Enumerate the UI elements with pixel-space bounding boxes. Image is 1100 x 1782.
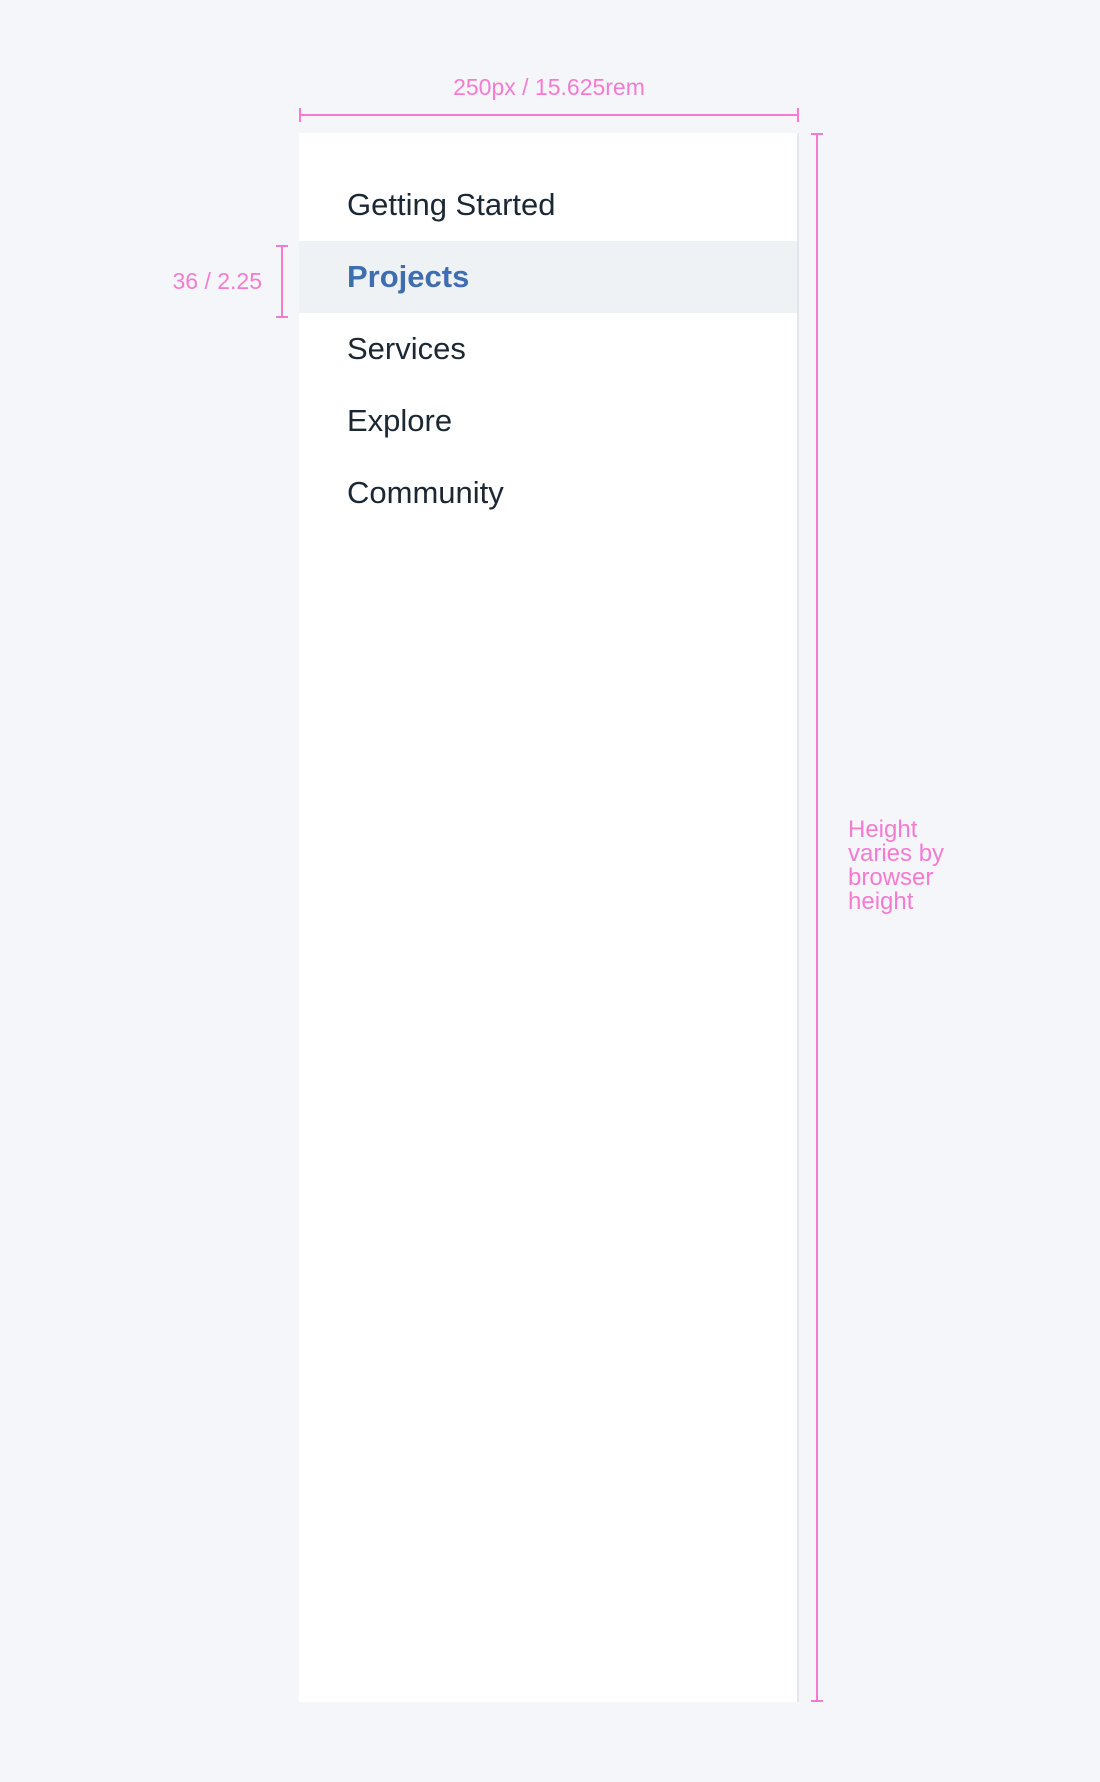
width-annotation-label: 250px / 15.625rem [453,74,645,100]
sidebar-item-label: Services [347,331,466,366]
sidebar-item-label: Explore [347,403,453,438]
height-annotation-label: Height varies by browser height [848,816,945,915]
sidebar-item-label: Getting Started [347,187,556,222]
sidebar-nav-list: Getting Started Projects Services Explor… [299,169,797,529]
sidebar-item-projects[interactable]: Projects [299,241,797,313]
row-height-annotation-label: 36 / 2.25 [172,268,262,294]
sidebar-item-label: Community [347,475,504,510]
sidebar-item-getting-started[interactable]: Getting Started [299,169,797,241]
sidebar-nav: Getting Started Projects Services Explor… [299,133,799,1702]
sidebar-item-services[interactable]: Services [299,313,797,385]
sidebar-item-explore[interactable]: Explore [299,385,797,457]
sidebar-item-label: Projects [347,259,470,294]
row-height-bracket [276,245,288,318]
width-dimension-line [299,108,799,122]
sidebar-item-community[interactable]: Community [299,457,797,529]
height-dimension-line [811,133,823,1702]
